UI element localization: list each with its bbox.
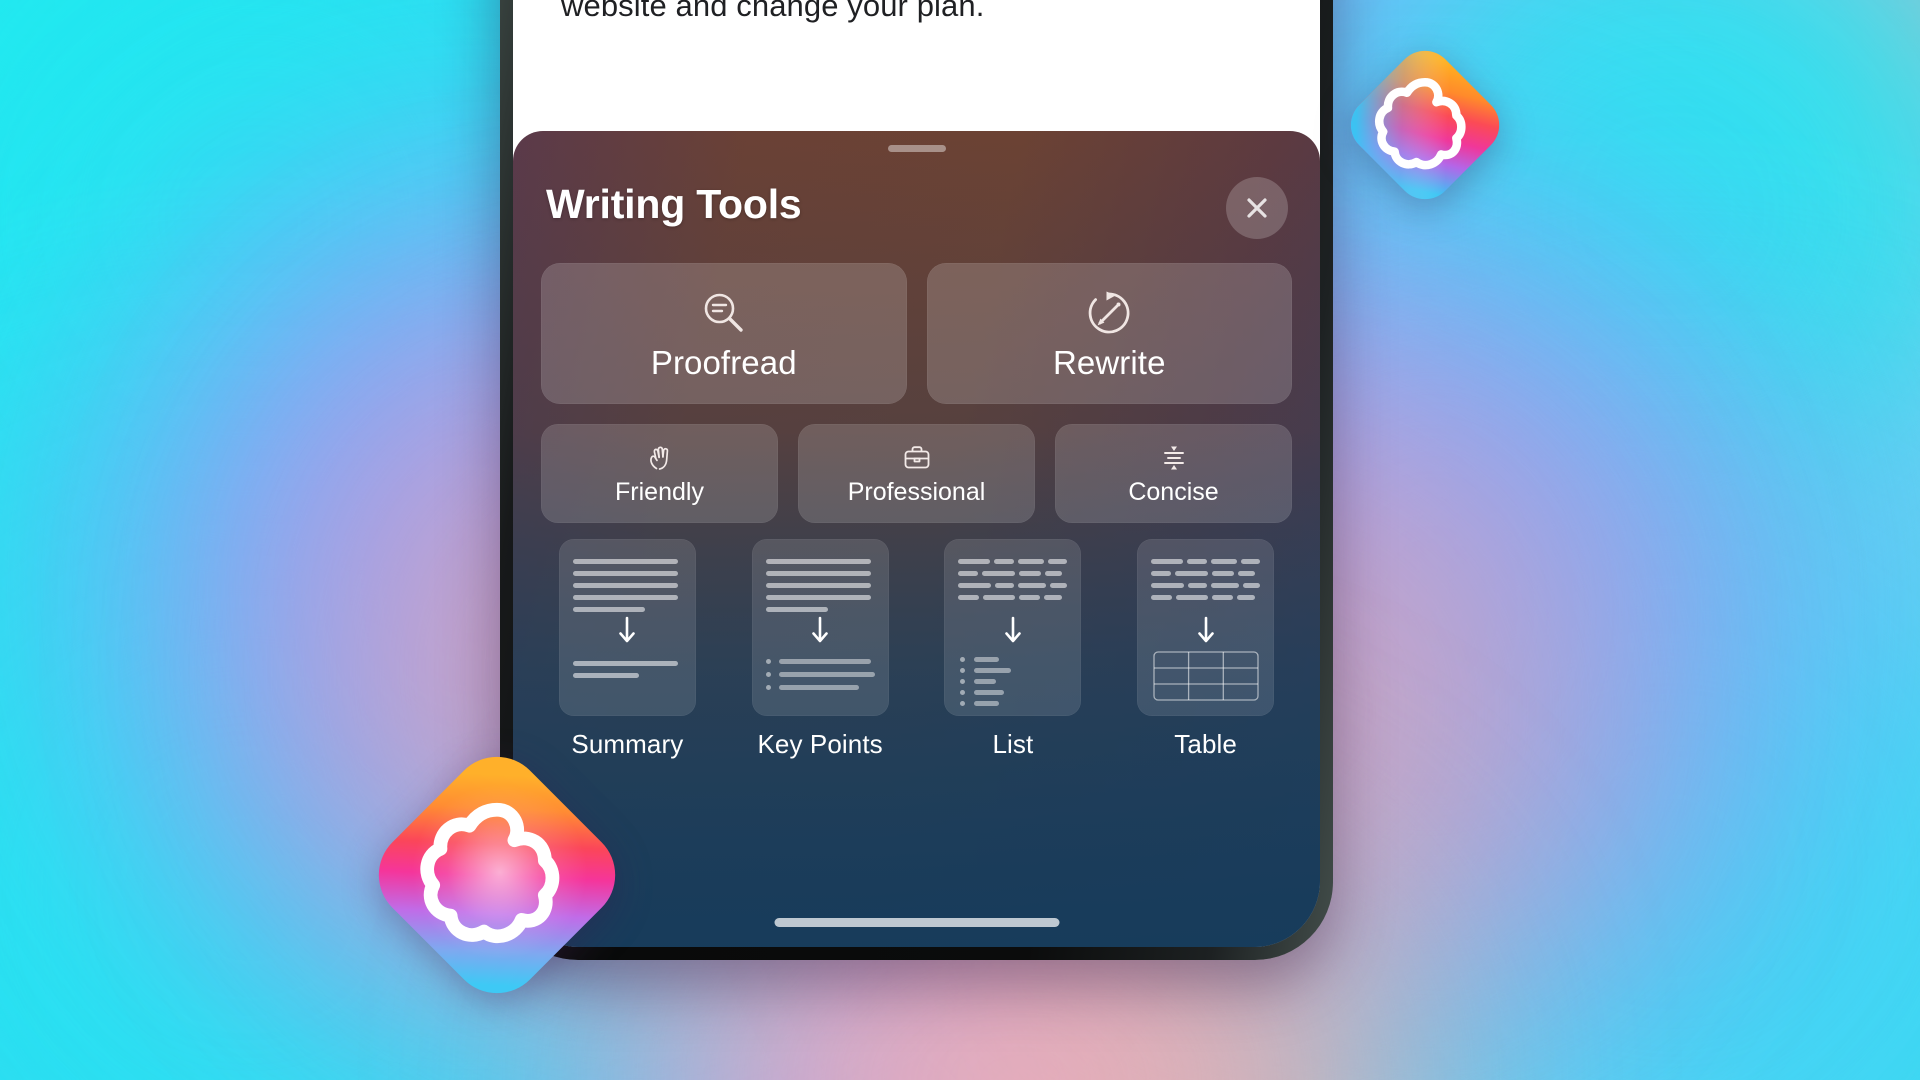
- professional-button[interactable]: Professional: [798, 424, 1035, 523]
- professional-label: Professional: [847, 477, 986, 506]
- summary-button[interactable]: Summary: [541, 539, 714, 760]
- magnifier-text-icon: [699, 286, 749, 340]
- table-label: Table: [1174, 729, 1237, 759]
- sheet-drag-handle[interactable]: [887, 145, 946, 152]
- format-actions-row: Summary Key Points List Table: [541, 539, 1292, 760]
- table-button[interactable]: Table: [1119, 539, 1292, 760]
- down-arrow-icon: [1005, 616, 1021, 643]
- proofread-label: Proofread: [650, 343, 797, 381]
- sheet-header: Writing Tools: [513, 167, 1320, 249]
- tone-actions-row: Friendly Professional Concise: [541, 424, 1292, 523]
- down-arrow-icon: [619, 616, 636, 643]
- key-points-label: Key Points: [757, 729, 883, 759]
- primary-actions-row: Proofread Rewrite: [541, 263, 1292, 404]
- close-icon: [1247, 198, 1267, 218]
- article-paragraph: or Spotify, you will have to log in to t…: [561, 0, 985, 24]
- table-thumbnail-icon: [1137, 539, 1275, 716]
- list-button[interactable]: List: [927, 539, 1100, 760]
- compress-arrows-icon: [1158, 441, 1190, 475]
- apple-intelligence-badge-small: [1330, 30, 1520, 220]
- briefcase-icon: [901, 441, 933, 475]
- rewrite-label: Rewrite: [1052, 343, 1166, 381]
- summary-thumbnail-icon: [558, 539, 696, 716]
- close-button[interactable]: [1226, 177, 1288, 239]
- circular-arrow-pencil-icon: [1084, 286, 1134, 340]
- concise-button[interactable]: Concise: [1055, 424, 1292, 523]
- down-arrow-icon: [812, 616, 828, 643]
- rewrite-button[interactable]: Rewrite: [926, 263, 1292, 404]
- apple-intelligence-icon: [1350, 50, 1500, 200]
- apple-intelligence-badge-large: [352, 730, 642, 1020]
- apple-intelligence-icon: [378, 756, 616, 994]
- down-arrow-icon: [1197, 616, 1214, 643]
- proofread-button[interactable]: Proofread: [541, 263, 907, 404]
- list-thumbnail-icon: [944, 539, 1082, 716]
- friendly-button[interactable]: Friendly: [541, 424, 778, 523]
- table-grid-icon: [1153, 651, 1259, 701]
- key-points-button[interactable]: Key Points: [734, 539, 907, 760]
- friendly-label: Friendly: [615, 477, 704, 506]
- sheet-title: Writing Tools: [546, 181, 802, 227]
- key-points-thumbnail-icon: [751, 539, 889, 716]
- article-content: or Spotify, you will have to log in to t…: [513, 0, 1320, 131]
- home-indicator[interactable]: [774, 918, 1059, 927]
- concise-label: Concise: [1128, 477, 1219, 506]
- waving-hand-icon: [644, 441, 676, 475]
- list-label: List: [992, 729, 1034, 759]
